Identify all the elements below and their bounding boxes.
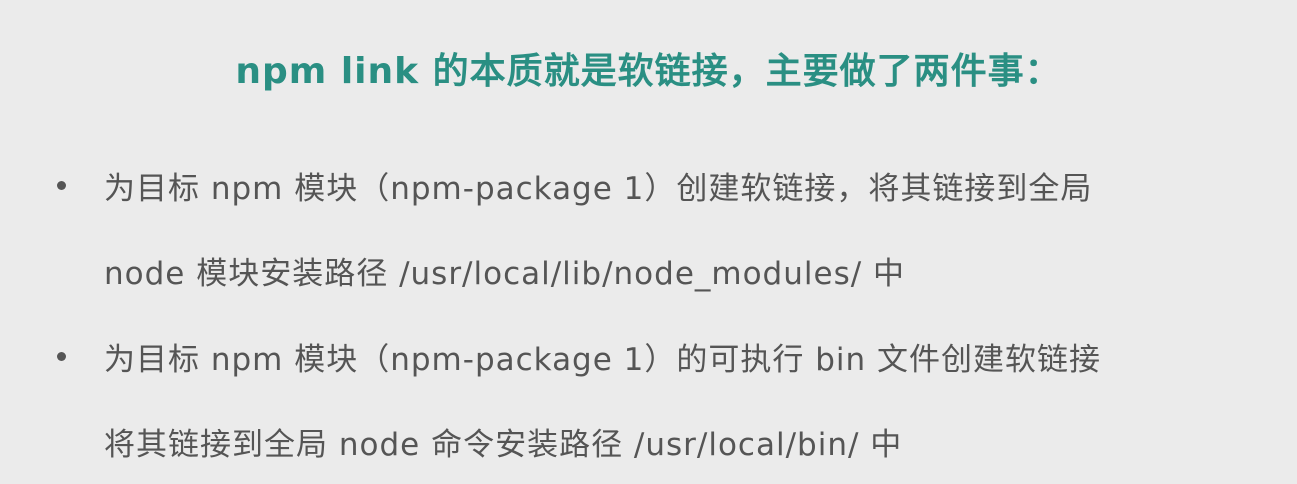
bullet-2-line-2: 将其链接到全局 node 命令安装路径 /usr/local/bin/ 中: [104, 427, 903, 463]
slide-title: npm link 的本质就是软链接，主要做了两件事：: [235, 51, 1062, 92]
bullet-2-line-1: 为目标 npm 模块（npm-package 1）的可执行 bin 文件创建软链…: [104, 342, 1102, 378]
bullet-dot: [57, 352, 66, 361]
slide: npm link 的本质就是软链接，主要做了两件事： 为目标 npm 模块（np…: [0, 0, 1297, 484]
bullet-dot: [57, 181, 66, 190]
bullet-1-line-1: 为目标 npm 模块（npm-package 1）创建软链接，将其链接到全局: [104, 171, 1093, 207]
bullet-1-line-2: node 模块安装路径 /usr/local/lib/node_modules/…: [104, 256, 906, 292]
